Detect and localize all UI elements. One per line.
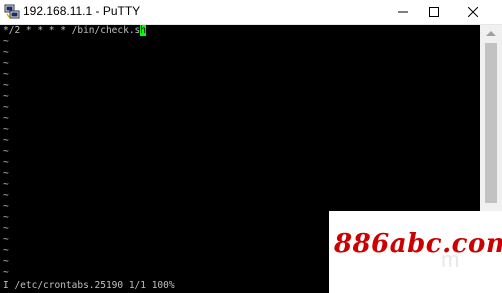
empty-line-tilde: ~ <box>3 234 9 245</box>
empty-line-tilde: ~ <box>3 58 9 69</box>
empty-line-tilde: ~ <box>3 146 9 157</box>
empty-line-tilde: ~ <box>3 157 9 168</box>
empty-line-tilde: ~ <box>3 69 9 80</box>
command-text: */2 * * * * /bin/check.s <box>3 25 141 36</box>
window-title: 192.168.11.1 - PuTTY <box>23 4 141 18</box>
empty-line-tilde: ~ <box>3 135 9 146</box>
close-icon <box>468 7 478 17</box>
minimize-icon <box>398 11 408 13</box>
command-line: */2 * * * * /bin/check.sh <box>3 25 147 36</box>
empty-line-tilde: ~ <box>3 223 9 234</box>
empty-line-tilde: ~ <box>3 124 9 135</box>
maximize-button[interactable] <box>417 0 451 24</box>
maximize-icon <box>429 7 439 17</box>
text-cursor: h <box>140 25 147 36</box>
empty-line-tilde: ~ <box>3 190 9 201</box>
empty-line-tilde: ~ <box>3 245 9 256</box>
empty-line-tilde: ~ <box>3 36 9 47</box>
minimize-button[interactable] <box>386 0 420 24</box>
empty-line-tilde: ~ <box>3 91 9 102</box>
empty-line-tilde: ~ <box>3 212 9 223</box>
empty-line-tilde: ~ <box>3 47 9 58</box>
putty-app-icon[interactable] <box>4 4 20 20</box>
scroll-up-icon[interactable] <box>486 31 496 36</box>
watermark-overlay: m 886abc.com <box>329 211 502 293</box>
empty-line-tilde: ~ <box>3 168 9 179</box>
scrollbar-thumb[interactable] <box>485 43 497 203</box>
empty-line-tilde: ~ <box>3 267 9 278</box>
empty-line-tilde: ~ <box>3 256 9 267</box>
putty-window: 192.168.11.1 - PuTTY */2 * * * * /bin/ch… <box>0 0 502 293</box>
empty-line-tilde: ~ <box>3 102 9 113</box>
close-button[interactable] <box>456 0 490 24</box>
vi-status-line: I /etc/crontabs.25190 1/1 100% <box>3 280 175 291</box>
empty-line-tilde: ~ <box>3 201 9 212</box>
watermark-text: 886abc.com <box>334 229 502 259</box>
empty-line-tilde: ~ <box>3 113 9 124</box>
title-bar[interactable]: 192.168.11.1 - PuTTY <box>0 0 502 25</box>
empty-line-tilde: ~ <box>3 80 9 91</box>
empty-line-tilde: ~ <box>3 179 9 190</box>
